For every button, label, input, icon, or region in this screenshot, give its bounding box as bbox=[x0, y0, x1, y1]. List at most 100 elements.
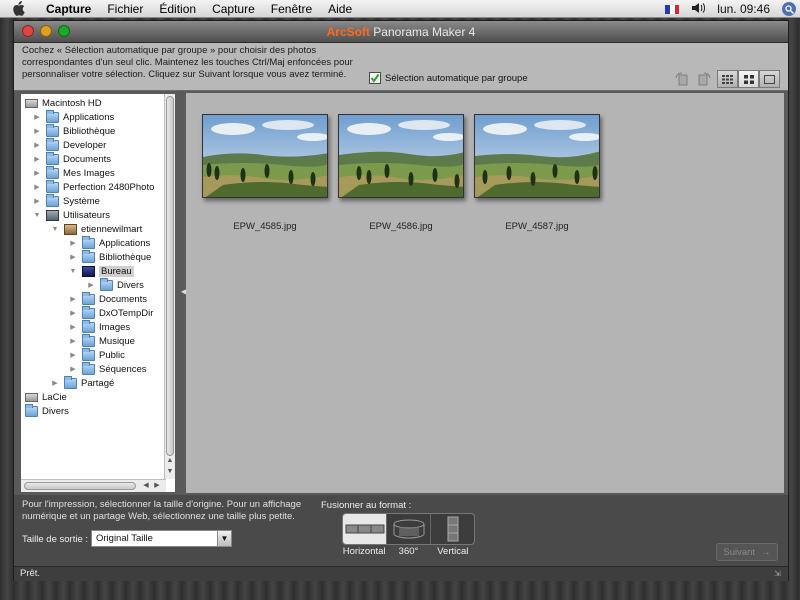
scroll-left-arrow-icon[interactable]: ◀ bbox=[141, 481, 151, 491]
disclosure-collapsed-icon[interactable]: ▶ bbox=[69, 351, 77, 359]
menu-capture[interactable]: Capture bbox=[204, 0, 263, 18]
french-flag-icon[interactable] bbox=[665, 4, 680, 14]
photo-name-3: EPW_4587.jpg bbox=[505, 221, 569, 232]
hard-disk-icon bbox=[25, 98, 38, 108]
photo-name-2: EPW_4586.jpg bbox=[369, 221, 433, 232]
arrow-right-icon: → bbox=[761, 546, 771, 558]
disclosure-collapsed-icon[interactable]: ▶ bbox=[33, 183, 41, 191]
tree-item[interactable]: ▶ Divers bbox=[87, 277, 144, 292]
output-size-hint: Pour l'impression, sélectionner la taill… bbox=[22, 499, 302, 522]
tree-item[interactable]: ▶ Documents bbox=[69, 291, 147, 306]
tree-item[interactable]: ▶ Applications bbox=[69, 235, 151, 250]
disclosure-collapsed-icon[interactable]: ▶ bbox=[69, 323, 77, 331]
tree-item[interactable]: Macintosh HD bbox=[25, 96, 102, 110]
tree-item-label: DxOTempDir bbox=[99, 307, 154, 319]
tree-item[interactable]: ▶ DxOTempDir bbox=[69, 305, 154, 320]
scroll-right-arrow-icon[interactable]: ▶ bbox=[152, 481, 162, 491]
tree-item[interactable]: ▶ Documents bbox=[33, 151, 112, 166]
chevron-down-icon[interactable]: ▼ bbox=[217, 531, 231, 546]
photo-thumbnail-2[interactable] bbox=[338, 114, 464, 198]
auto-select-checkbox[interactable] bbox=[369, 72, 381, 84]
auto-select-checkbox-row[interactable]: Sélection automatique par groupe bbox=[369, 72, 528, 84]
tree-item[interactable]: ▶ Bibliothèque bbox=[69, 249, 152, 264]
disclosure-collapsed-icon[interactable]: ▶ bbox=[87, 281, 95, 289]
format-vertical-button[interactable] bbox=[431, 514, 474, 544]
disclosure-collapsed-icon[interactable]: ▶ bbox=[33, 155, 41, 163]
output-size-select[interactable]: Original Taille ▼ bbox=[91, 530, 232, 547]
spotlight-icon[interactable] bbox=[782, 2, 796, 16]
disclosure-collapsed-icon[interactable]: ▶ bbox=[33, 127, 41, 135]
tree-vertical-scroll-thumb[interactable] bbox=[166, 96, 174, 456]
tree-item-label: Images bbox=[99, 321, 131, 333]
tree-item[interactable]: ▶ Musique bbox=[69, 333, 135, 348]
users-folder-icon bbox=[46, 209, 59, 221]
resize-grip-icon[interactable]: ⇲ bbox=[774, 569, 784, 579]
disclosure-expanded-icon[interactable]: ▼ bbox=[51, 225, 59, 233]
format-horizontal-button[interactable] bbox=[343, 514, 387, 544]
large-preview-view-button[interactable] bbox=[759, 70, 780, 88]
tree-item[interactable]: ▶ Séquences bbox=[69, 361, 147, 376]
rotate-left-icon[interactable] bbox=[673, 70, 691, 88]
tree-item[interactable]: LaCie bbox=[25, 390, 67, 404]
tree-item[interactable]: ▼ Utilisateurs bbox=[33, 208, 110, 222]
tree-item-label: Documents bbox=[63, 153, 112, 165]
tree-item[interactable]: ▶ Partagé bbox=[51, 375, 114, 390]
disclosure-collapsed-icon[interactable]: ▶ bbox=[33, 141, 41, 149]
photo-thumbnail-1[interactable] bbox=[202, 114, 328, 198]
tree-item-label: Bibliothèque bbox=[99, 251, 152, 263]
scroll-down-arrow-icon[interactable]: ▼ bbox=[165, 467, 175, 477]
output-options-panel: Pour l'impression, sélectionner la taill… bbox=[14, 495, 788, 566]
tree-vertical-scrollbar[interactable]: ▲ ▼ bbox=[164, 94, 175, 479]
tree-item-label: Applications bbox=[99, 237, 151, 249]
medium-thumbnails-view-button[interactable] bbox=[738, 70, 759, 88]
tree-horizontal-scrollbar[interactable]: ◀ ▶ bbox=[21, 479, 166, 492]
disclosure-expanded-icon[interactable]: ▼ bbox=[69, 267, 77, 275]
tree-item[interactable]: ▶ Système bbox=[33, 193, 100, 208]
tree-item[interactable]: ▶ Developer bbox=[33, 137, 106, 152]
tree-item-label: Divers bbox=[117, 279, 144, 291]
small-thumbnails-view-button[interactable] bbox=[717, 70, 738, 88]
rotate-right-icon[interactable] bbox=[695, 70, 713, 88]
tree-item[interactable]: ▶ Bibliothèque bbox=[33, 123, 115, 138]
tree-item[interactable]: ▼ etiennewilmart bbox=[51, 222, 142, 236]
folder-icon bbox=[46, 151, 59, 165]
menu-fenetre[interactable]: Fenêtre bbox=[263, 0, 320, 18]
volume-icon[interactable] bbox=[691, 2, 706, 17]
window-titlebar[interactable]: ArcSoft Panorama Maker 4 bbox=[14, 21, 788, 43]
menu-app-capture[interactable]: Capture bbox=[38, 0, 99, 18]
disclosure-collapsed-icon[interactable]: ▶ bbox=[69, 239, 77, 247]
menu-fichier[interactable]: Fichier bbox=[99, 0, 151, 18]
folder-icon bbox=[46, 109, 59, 123]
disclosure-collapsed-icon[interactable]: ▶ bbox=[69, 337, 77, 345]
scroll-up-arrow-icon[interactable]: ▲ bbox=[165, 456, 175, 466]
apple-menu-icon[interactable] bbox=[12, 1, 28, 17]
tree-item[interactable]: Divers bbox=[25, 403, 69, 418]
disclosure-collapsed-icon[interactable]: ▶ bbox=[33, 197, 41, 205]
disclosure-collapsed-icon[interactable]: ▶ bbox=[33, 169, 41, 177]
tree-item[interactable]: ▶ Mes Images bbox=[33, 165, 115, 180]
disclosure-collapsed-icon[interactable]: ▶ bbox=[69, 309, 77, 317]
tree-item-label: LaCie bbox=[42, 391, 67, 403]
desktop-folder-icon bbox=[82, 265, 95, 277]
menu-bar: Capture Fichier Édition Capture Fenêtre … bbox=[0, 0, 800, 18]
disclosure-collapsed-icon[interactable]: ▶ bbox=[51, 379, 59, 387]
photo-thumbnail-3[interactable] bbox=[474, 114, 600, 198]
tree-item[interactable]: ▶ Perfection 2480Photo bbox=[33, 179, 154, 194]
next-button[interactable]: Suivant → bbox=[716, 543, 778, 561]
disclosure-collapsed-icon[interactable]: ▶ bbox=[33, 113, 41, 121]
app-window: ArcSoft Panorama Maker 4 Cochez « Sélect… bbox=[13, 20, 789, 581]
tree-item[interactable]: ▶ Images bbox=[69, 319, 131, 334]
tree-item[interactable]: ▶ Public bbox=[69, 347, 125, 362]
disclosure-expanded-icon[interactable]: ▼ bbox=[33, 211, 41, 219]
menu-edition[interactable]: Édition bbox=[151, 0, 204, 18]
tree-item[interactable]: ▼ Bureau bbox=[69, 264, 134, 278]
disclosure-collapsed-icon[interactable]: ▶ bbox=[69, 253, 77, 261]
format-360-button[interactable] bbox=[387, 514, 431, 544]
disclosure-collapsed-icon[interactable]: ▶ bbox=[69, 365, 77, 373]
tree-horizontal-scroll-thumb[interactable] bbox=[24, 482, 136, 490]
disclosure-collapsed-icon[interactable]: ▶ bbox=[69, 295, 77, 303]
format-label-vertical: Vertical bbox=[437, 546, 469, 557]
menu-aide[interactable]: Aide bbox=[320, 0, 360, 18]
tree-item[interactable]: ▶ Applications bbox=[33, 109, 114, 124]
menu-clock[interactable]: lun. 09:46 bbox=[717, 2, 770, 16]
